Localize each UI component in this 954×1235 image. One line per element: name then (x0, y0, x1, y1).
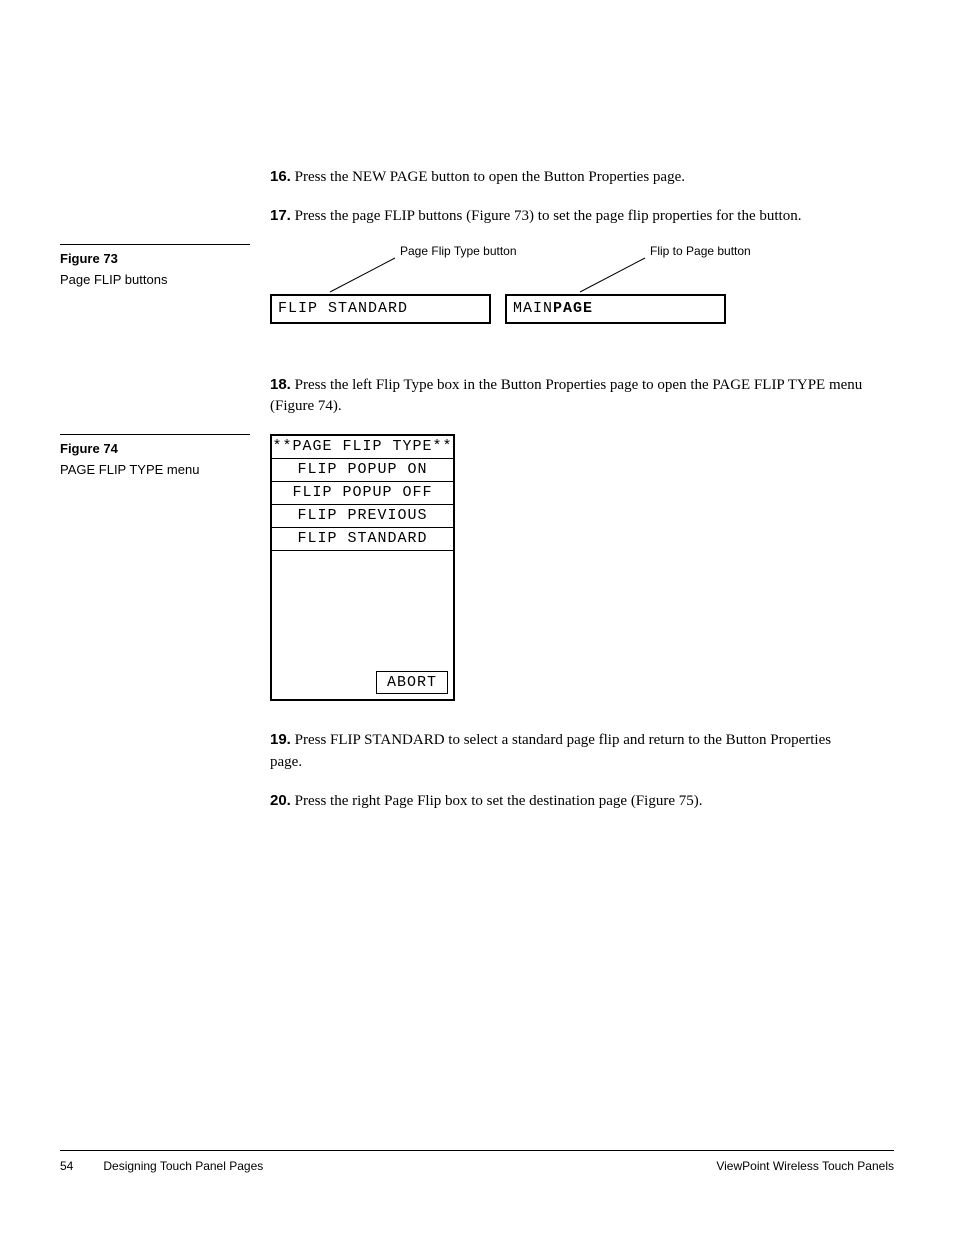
menu-item-popup-on: FLIP POPUP ON (272, 458, 453, 481)
step-text: Press the right Page Flip box to set the… (295, 793, 703, 809)
menu-item-standard: FLIP STANDARD (272, 527, 453, 550)
step-17: 17. Press the page FLIP buttons (Figure … (270, 205, 864, 228)
menu-spacer: ABORT (272, 550, 453, 699)
step-20: 20. Press the right Page Flip box to set… (270, 790, 864, 813)
menu-item-popup-off: FLIP POPUP OFF (272, 481, 453, 504)
flip-page-value-a: MAIN (513, 300, 553, 317)
step-text: Press the NEW PAGE button to open the Bu… (295, 169, 685, 185)
figure-73-caption: Figure 73 Page FLIP buttons (60, 244, 250, 287)
figure-label: Figure 73 (60, 251, 250, 266)
step-number: 18. (270, 376, 291, 393)
step-19: 19. Press FLIP STANDARD to select a stan… (270, 729, 864, 774)
figure-74-caption: Figure 74 PAGE FLIP TYPE menu (60, 434, 250, 477)
abort-button: ABORT (376, 671, 448, 694)
footer-section: Designing Touch Panel Pages (103, 1159, 263, 1173)
step-number: 17. (270, 207, 291, 224)
footer-doc-title: ViewPoint Wireless Touch Panels (716, 1159, 894, 1173)
step-number: 20. (270, 792, 291, 809)
step-text: Press FLIP STANDARD to select a standard… (270, 732, 831, 770)
step-number: 19. (270, 731, 291, 748)
flip-type-box: FLIP STANDARD (270, 294, 491, 324)
page-number: 54 (60, 1159, 73, 1173)
figure-74: **PAGE FLIP TYPE** FLIP POPUP ON FLIP PO… (270, 434, 864, 701)
step-16: 16. Press the NEW PAGE button to open th… (270, 166, 864, 189)
step-number: 16. (270, 168, 291, 185)
page-footer: 54 Designing Touch Panel Pages ViewPoint… (60, 1150, 894, 1173)
figure-description: Page FLIP buttons (60, 272, 250, 287)
step-18: 18. Press the left Flip Type box in the … (270, 374, 864, 419)
figure-description: PAGE FLIP TYPE menu (60, 462, 250, 477)
flip-page-value-b: PAGE (553, 300, 593, 317)
menu-title: **PAGE FLIP TYPE** (272, 436, 453, 458)
page-flip-type-menu: **PAGE FLIP TYPE** FLIP POPUP ON FLIP PO… (270, 434, 455, 701)
step-text: Press the page FLIP buttons (Figure 73) … (295, 208, 802, 224)
flip-type-value: FLIP STANDARD (278, 300, 408, 317)
figure-label: Figure 74 (60, 441, 250, 456)
content-grid: 16. Press the NEW PAGE button to open th… (60, 166, 864, 828)
figure-73: Page Flip Type button Flip to Page butto… (270, 244, 864, 344)
document-page: 16. Press the NEW PAGE button to open th… (0, 0, 954, 1235)
step-text: Press the left Flip Type box in the Butt… (270, 377, 862, 415)
menu-item-previous: FLIP PREVIOUS (272, 504, 453, 527)
flip-to-page-box: MAIN PAGE (505, 294, 726, 324)
